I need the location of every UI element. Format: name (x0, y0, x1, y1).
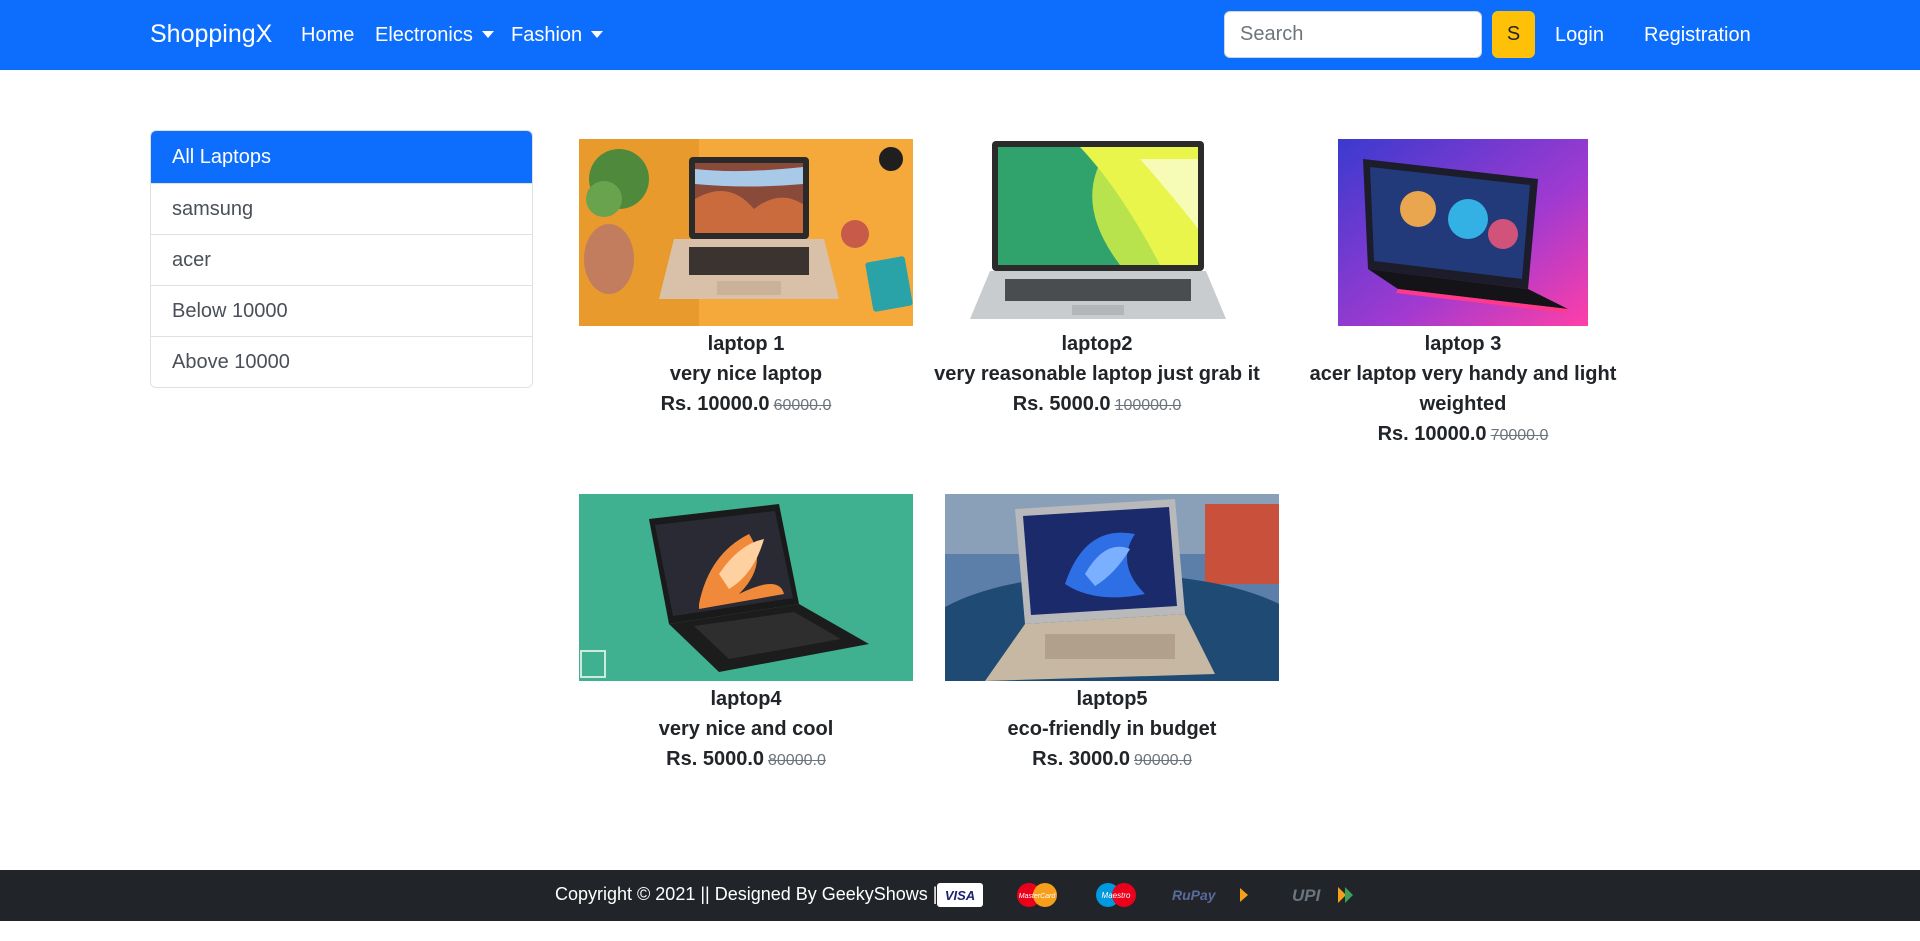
product-image[interactable] (1338, 139, 1588, 326)
product-title[interactable]: laptop4 (579, 684, 913, 714)
copyright-text: Copyright © 2021 || Designed By GeekySho… (555, 884, 943, 904)
brand-logo[interactable]: ShoppingX (150, 20, 272, 49)
product-image[interactable] (959, 139, 1235, 326)
rupay-label: RuPay (1172, 887, 1217, 903)
search-input[interactable] (1224, 11, 1482, 58)
product-title[interactable]: laptop5 (945, 684, 1279, 714)
product-price: Rs. 10000.0 (660, 393, 770, 415)
nav-home-link[interactable]: Home (301, 24, 354, 47)
upi-icon: UPI (1292, 886, 1353, 905)
product-image[interactable] (945, 494, 1279, 681)
product-mrp: 100000.0 (1114, 397, 1182, 414)
registration-link[interactable]: Registration (1644, 24, 1751, 47)
product-price-line: Rs. 5000.0 100000.0 (930, 389, 1264, 421)
product-description: very nice laptop (669, 363, 823, 385)
page-footer: Copyright © 2021 || Designed By GeekySho… (0, 870, 1920, 921)
product-price: Rs. 10000.0 (1377, 423, 1487, 445)
product-mrp: 60000.0 (773, 397, 832, 414)
product-title[interactable]: laptop 1 (579, 329, 913, 359)
nav-electronics-dropdown[interactable]: Electronics (375, 24, 494, 47)
product-price-line: Rs. 10000.0 70000.0 (1296, 419, 1630, 451)
chevron-down-icon (591, 31, 604, 38)
category-item-acer[interactable]: acer (151, 234, 532, 285)
nav-electronics-label: Electronics (375, 24, 473, 46)
category-item-all-laptops[interactable]: All Laptops (151, 131, 532, 183)
top-navbar: ShoppingX Home Electronics Fashion S Log… (0, 0, 1920, 70)
category-list: All Laptops samsung acer Below 10000 Abo… (150, 130, 533, 388)
search-button[interactable]: S (1492, 11, 1535, 58)
product-title[interactable]: laptop2 (930, 329, 1264, 359)
product-title[interactable]: laptop 3 (1296, 329, 1630, 359)
product-price-line: Rs. 5000.0 80000.0 (579, 744, 913, 776)
product-price-line: Rs. 3000.0 90000.0 (945, 744, 1279, 776)
upi-label: UPI (1292, 886, 1322, 905)
product-image[interactable] (579, 494, 913, 681)
maestro-label: Maestro (1102, 891, 1131, 900)
product-price: Rs. 3000.0 (1032, 748, 1130, 770)
product-image[interactable] (579, 139, 913, 326)
product-mrp: 70000.0 (1490, 427, 1549, 444)
category-item-samsung[interactable]: samsung (151, 183, 532, 234)
product-card[interactable]: laptop2 very reasonable laptop just grab… (930, 139, 1264, 421)
product-price: Rs. 5000.0 (1012, 393, 1111, 415)
product-price-line: Rs. 10000.0 60000.0 (579, 389, 913, 421)
product-card[interactable]: laptop 3 acer laptop very handy and ligh… (1296, 139, 1630, 451)
product-description: acer laptop very handy and light weighte… (1309, 363, 1617, 415)
product-card[interactable]: laptop 1 very nice laptop Rs. 10000.0 600… (579, 139, 913, 421)
product-description: very reasonable laptop just grab it (934, 363, 1260, 385)
chevron-down-icon (481, 31, 494, 38)
mastercard-label: MasterCard (1019, 893, 1057, 900)
mastercard-icon: MasterCard (1017, 883, 1057, 907)
product-card[interactable]: laptop5 eco-friendly in budget Rs. 3000.… (945, 494, 1279, 776)
maestro-icon: Maestro (1096, 883, 1136, 907)
product-mrp: 90000.0 (1134, 752, 1192, 769)
product-card[interactable]: laptop4 very nice and cool Rs. 5000.0 800… (579, 494, 913, 776)
nav-fashion-label: Fashion (511, 24, 583, 46)
product-price: Rs. 5000.0 (666, 748, 764, 770)
rupay-icon: RuPay (1172, 887, 1248, 903)
visa-label: VISA (945, 888, 975, 903)
visa-icon: VISA (937, 883, 983, 907)
product-description: eco-friendly in budget (1007, 718, 1217, 740)
product-description: very nice and cool (658, 718, 834, 740)
category-item-above-10000[interactable]: Above 10000 (151, 336, 532, 387)
product-mrp: 80000.0 (768, 752, 826, 769)
category-item-below-10000[interactable]: Below 10000 (151, 285, 532, 336)
nav-fashion-dropdown[interactable]: Fashion (511, 24, 604, 47)
login-link[interactable]: Login (1555, 24, 1604, 47)
